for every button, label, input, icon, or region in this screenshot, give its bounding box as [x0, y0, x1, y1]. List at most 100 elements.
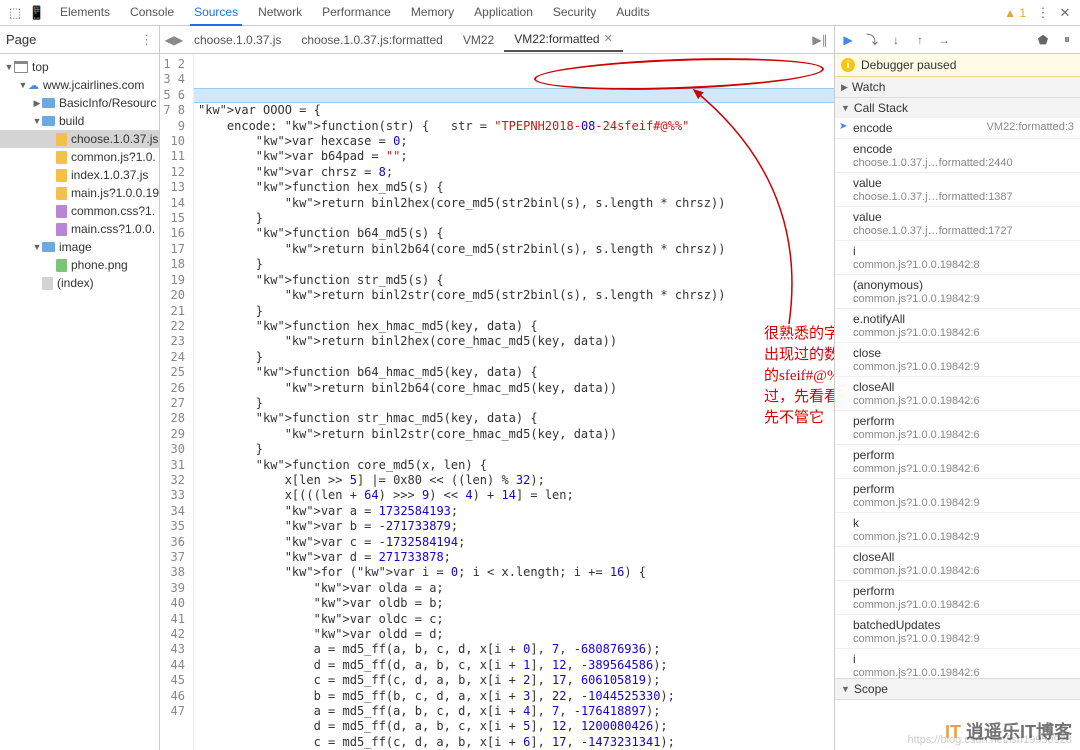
panel-tab-application[interactable]: Application: [470, 0, 537, 26]
stack-frame[interactable]: performcommon.js?1.0.0.19842:6: [835, 411, 1080, 445]
frame-function: perform: [853, 448, 894, 462]
source-tab-label: choose.1.0.37.js: [194, 33, 281, 47]
source-tab-label: VM22:formatted: [514, 32, 599, 46]
stack-frame[interactable]: encodeVM22:formatted:3: [835, 118, 1080, 139]
tree-item[interactable]: phone.png: [0, 256, 159, 274]
frame-function: closeAll: [853, 550, 894, 564]
device-icon[interactable]: 📱: [26, 2, 48, 24]
frame-function: e.notifyAll: [853, 312, 905, 326]
frame-location: common.js?1.0.0.19842:9: [853, 361, 1074, 373]
code-content[interactable]: "kw">var OOOO = { encode: "kw">function(…: [198, 103, 830, 750]
tree-item[interactable]: ▼☁www.jcairlines.com: [0, 76, 159, 94]
resume-icon[interactable]: ▶: [839, 31, 857, 49]
close-tab-icon[interactable]: ✕: [604, 32, 613, 45]
callstack-label: Call Stack: [854, 101, 908, 115]
source-tab[interactable]: VM22: [453, 28, 504, 52]
panel-tab-elements[interactable]: Elements: [56, 0, 114, 26]
tree-item[interactable]: ▶BasicInfo/Resourc: [0, 94, 159, 112]
tree-label: phone.png: [71, 258, 128, 272]
stack-frame[interactable]: encodechoose.1.0.37.j…formatted:2440: [835, 139, 1080, 173]
more-icon[interactable]: ⋮: [1032, 2, 1054, 24]
frame-location: common.js?1.0.0.19842:6: [853, 429, 1074, 441]
stack-frame[interactable]: kcommon.js?1.0.0.19842:9: [835, 513, 1080, 547]
frame-function: perform: [853, 414, 894, 428]
stack-frame[interactable]: performcommon.js?1.0.0.19842:6: [835, 445, 1080, 479]
devtools-toolbar: ⬚ 📱 Elements Console Sources Network Perform…: [0, 0, 1080, 26]
file-tree: ▼ top ▼☁www.jcairlines.com▶BasicInfo/Resou…: [0, 54, 159, 750]
tree-item[interactable]: choose.1.0.37.js: [0, 130, 159, 148]
stack-frame[interactable]: icommon.js?1.0.0.19842:8: [835, 241, 1080, 275]
frame-location: common.js?1.0.0.19842:6: [853, 463, 1074, 475]
stack-frame[interactable]: performcommon.js?1.0.0.19842:6: [835, 581, 1080, 615]
stack-frame[interactable]: e.notifyAllcommon.js?1.0.0.19842:6: [835, 309, 1080, 343]
image-file-icon: [56, 259, 67, 272]
stack-frame[interactable]: (anonymous)common.js?1.0.0.19842:9: [835, 275, 1080, 309]
panel-tab-performance[interactable]: Performance: [318, 0, 395, 26]
warning-badge[interactable]: ▲ 1: [1004, 6, 1026, 20]
panel-tab-audits[interactable]: Audits: [612, 0, 653, 26]
stack-frame[interactable]: closecommon.js?1.0.0.19842:9: [835, 343, 1080, 377]
js-file-icon: [56, 133, 67, 146]
tree-item[interactable]: main.css?1.0.0.: [0, 220, 159, 238]
close-icon[interactable]: ✕: [1054, 2, 1076, 24]
tree-item[interactable]: ▼image: [0, 238, 159, 256]
tree-label: main.css?1.0.0.: [71, 222, 155, 236]
twist-icon: ▼: [32, 116, 42, 126]
source-tab[interactable]: VM22:formatted ✕: [504, 28, 623, 52]
pause-exceptions-icon[interactable]: ⏸: [1058, 31, 1076, 49]
page-menu-icon[interactable]: ⋮: [140, 32, 153, 48]
frame-location: common.js?1.0.0.19842:9: [853, 531, 1074, 543]
stack-frame[interactable]: closeAllcommon.js?1.0.0.19842:6: [835, 377, 1080, 411]
panel-tab-console[interactable]: Console: [126, 0, 178, 26]
tree-label: www.jcairlines.com: [43, 78, 144, 92]
stack-frame[interactable]: icommon.js?1.0.0.19842:6: [835, 649, 1080, 678]
panel-tabs: Elements Console Sources Network Performance…: [56, 0, 654, 26]
navigator-sidebar: Page ⋮ ▼ top ▼☁www.jcairlines.com▶BasicInf…: [0, 26, 160, 750]
tree-label: BasicInfo/Resourc: [59, 96, 156, 110]
step-icon[interactable]: →: [935, 31, 953, 49]
frame-location: common.js?1.0.0.19842:6: [853, 599, 1074, 611]
tree-item[interactable]: ▼ top: [0, 58, 159, 76]
stack-frame[interactable]: valuechoose.1.0.37.j…formatted:1387: [835, 173, 1080, 207]
scope-section[interactable]: ▼Scope: [835, 679, 1080, 699]
tree-label: top: [32, 60, 49, 74]
inspect-icon[interactable]: ⬚: [4, 2, 26, 24]
frame-location: VM22:formatted:3: [987, 121, 1074, 133]
watch-section[interactable]: ▶Watch: [835, 77, 1080, 97]
tree-item[interactable]: main.js?1.0.0.19: [0, 184, 159, 202]
stack-frame[interactable]: valuechoose.1.0.37.j…formatted:1727: [835, 207, 1080, 241]
stack-frame[interactable]: closeAllcommon.js?1.0.0.19842:6: [835, 547, 1080, 581]
tree-item[interactable]: common.js?1.0.: [0, 148, 159, 166]
callstack-section[interactable]: ▼Call Stack: [835, 98, 1080, 118]
stack-frame[interactable]: batchedUpdatescommon.js?1.0.0.19842:9: [835, 615, 1080, 649]
debugger-sidebar: ▶ ⤵ ↓ ↑ → ⬟ ⏸ i Debugger paused ▶Watch ▼…: [834, 26, 1080, 750]
panel-tab-security[interactable]: Security: [549, 0, 600, 26]
panel-tab-network[interactable]: Network: [254, 0, 306, 26]
tree-item[interactable]: (index): [0, 274, 159, 292]
deactivate-bp-icon[interactable]: ⬟: [1034, 31, 1052, 49]
code-editor[interactable]: 1 2 3 4 5 6 7 8 9 10 11 12 13 14 15 16 1…: [160, 54, 834, 750]
tree-label: image: [59, 240, 92, 254]
tree-item[interactable]: index.1.0.37.js: [0, 166, 159, 184]
twist-icon: ▼: [4, 62, 14, 72]
frame-location: common.js?1.0.0.19842:6: [853, 565, 1074, 577]
tree-item[interactable]: ▼build: [0, 112, 159, 130]
stack-frame[interactable]: performcommon.js?1.0.0.19842:9: [835, 479, 1080, 513]
step-into-icon[interactable]: ↓: [887, 31, 905, 49]
tree-item[interactable]: common.css?1.: [0, 202, 159, 220]
frame-location: common.js?1.0.0.19842:9: [853, 293, 1074, 305]
folder-icon: [42, 98, 55, 108]
more-tabs-icon[interactable]: ▶∥: [810, 30, 830, 50]
paused-label: Debugger paused: [861, 58, 956, 72]
source-tab[interactable]: choose.1.0.37.js:formatted: [291, 28, 452, 52]
frame-location: common.js?1.0.0.19842:9: [853, 497, 1074, 509]
source-tabs: ◀▶ choose.1.0.37.js choose.1.0.37.js:form…: [160, 26, 834, 54]
frame-function: perform: [853, 584, 894, 598]
step-over-icon[interactable]: ⤵: [863, 31, 881, 49]
history-back-icon[interactable]: ◀▶: [164, 30, 184, 50]
source-tab[interactable]: choose.1.0.37.js: [184, 28, 291, 52]
page-tab[interactable]: Page ⋮: [0, 26, 159, 54]
panel-tab-sources[interactable]: Sources: [190, 0, 242, 26]
panel-tab-memory[interactable]: Memory: [407, 0, 458, 26]
step-out-icon[interactable]: ↑: [911, 31, 929, 49]
